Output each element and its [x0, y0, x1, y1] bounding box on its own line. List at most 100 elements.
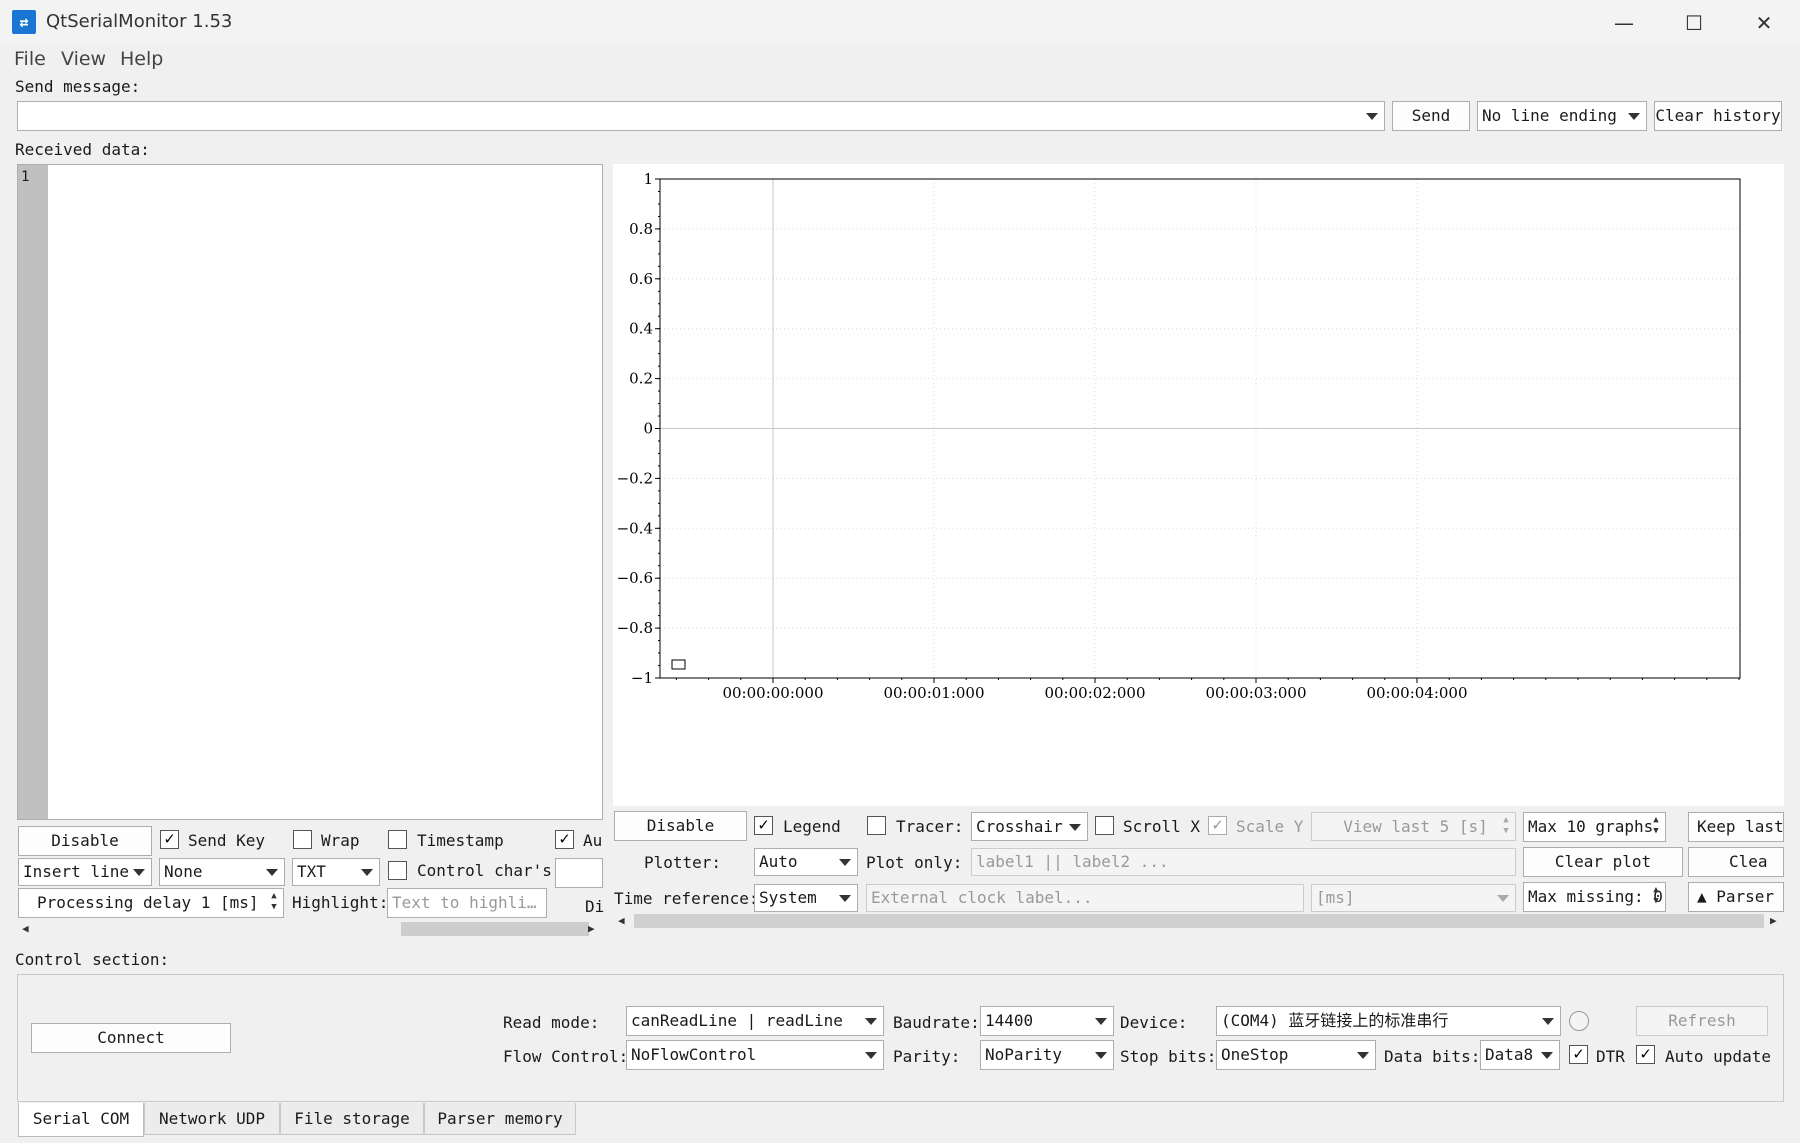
title-bar [0, 0, 1800, 46]
line-number-gutter: 1 [18, 165, 48, 819]
scroll-left-icon[interactable]: ◀ [618, 914, 625, 927]
dtr-checkbox[interactable]: ✓ [1569, 1045, 1588, 1064]
disable-text-button[interactable]: Disable [18, 826, 152, 856]
send-key-checkbox[interactable]: ✓ [160, 830, 179, 849]
scroll-x-label: Scroll X [1123, 817, 1201, 836]
menu-file[interactable]: File [14, 48, 46, 70]
dtr-label: DTR [1596, 1047, 1625, 1066]
y-tick-label: 0.8 [629, 220, 653, 238]
y-tick-label: 0.4 [629, 320, 653, 338]
y-tick-label: −0.8 [617, 619, 653, 637]
scroll-x-checkbox[interactable] [1095, 816, 1114, 835]
received-data-text-area[interactable]: 1 [17, 164, 603, 820]
tracer-mode-select[interactable]: Crosshair [971, 812, 1088, 841]
control-chars-input[interactable] [555, 858, 603, 888]
disable-plot-button[interactable]: Disable [614, 811, 747, 841]
menu-help[interactable]: Help [120, 48, 163, 70]
timestamp-label: Timestamp [417, 831, 504, 850]
line-ending-select[interactable]: No line ending [1477, 101, 1647, 131]
clear-plot-button[interactable]: Clear plot [1523, 847, 1683, 877]
chevron-down-icon [1095, 1052, 1107, 1059]
tracer-checkbox[interactable] [867, 816, 886, 835]
keep-last-button[interactable]: Keep last [1688, 812, 1784, 842]
view-last-spinbox[interactable]: View last 5 [s] ▲ ▼ [1311, 812, 1516, 841]
auto-checkbox[interactable]: ✓ [555, 830, 574, 849]
time-unit-select[interactable]: [ms] [1311, 884, 1516, 912]
wrap-label: Wrap [321, 831, 360, 850]
baudrate-select[interactable]: 14400 [980, 1006, 1114, 1036]
connect-button[interactable]: Connect [31, 1023, 231, 1053]
clear-button[interactable]: Clea [1688, 847, 1784, 877]
auto-label: Au [583, 831, 603, 850]
chevron-down-icon [1541, 1052, 1553, 1059]
minimize-button[interactable]: — [1592, 4, 1656, 42]
plot-area[interactable]: 1 0.8 0.6 0.4 0.2 0 −0.2 −0.4 −0.6 −0.8 −1 00:00:00… [613, 164, 1784, 806]
send-message-label: Send message: [15, 77, 141, 96]
clear-history-button[interactable]: Clear history [1654, 101, 1782, 131]
flow-control-label: Flow Control: [503, 1047, 629, 1066]
max-missing-spinbox[interactable]: Max missing: 0 ▲ ▼ [1523, 882, 1666, 912]
data-bits-select[interactable]: Data8 [1480, 1040, 1560, 1070]
spin-arrows-icon[interactable]: ▲ ▼ [1649, 885, 1663, 909]
tab-serial-com[interactable]: Serial COM [18, 1103, 144, 1137]
auto-update-checkbox[interactable]: ✓ [1636, 1045, 1655, 1064]
scroll-right-icon[interactable]: ▶ [588, 922, 595, 935]
parser-button[interactable]: ▲ Parser c [1688, 882, 1784, 912]
stop-bits-select[interactable]: OneStop [1216, 1040, 1376, 1070]
plot-only-input[interactable]: label1 || label2 ... [971, 848, 1516, 876]
external-clock-input[interactable]: External clock label... [866, 884, 1304, 912]
plotter-select[interactable]: Auto [754, 848, 858, 876]
wrap-checkbox[interactable] [293, 830, 312, 849]
spin-arrows-icon[interactable]: ▲ ▼ [267, 891, 281, 915]
encoding-select[interactable]: None [159, 858, 285, 886]
scrollbar-thumb[interactable] [401, 922, 589, 936]
chevron-down-icon [865, 1052, 877, 1059]
menu-view[interactable]: View [61, 48, 106, 70]
time-reference-select[interactable]: System [754, 884, 858, 912]
chevron-down-icon [361, 869, 373, 876]
chevron-down-icon [1497, 895, 1509, 902]
control-section-panel [17, 974, 1784, 1102]
x-tick-label: 00:00:04:000 [1366, 684, 1467, 702]
y-tick-label: 0 [643, 420, 653, 438]
chevron-down-icon [1542, 1018, 1554, 1025]
scale-y-checkbox[interactable]: ✓ [1208, 816, 1227, 835]
max-graphs-spinbox[interactable]: Max 10 graphs ▲ ▼ [1523, 812, 1666, 842]
close-button[interactable]: ✕ [1732, 4, 1796, 42]
chevron-down-icon [133, 869, 145, 876]
device-select[interactable]: (COM4) 蓝牙链接上的标准串行 [1216, 1006, 1561, 1036]
scroll-right-icon[interactable]: ▶ [1770, 914, 1777, 927]
insert-mode-select[interactable]: Insert line [18, 858, 152, 886]
tab-parser-memory[interactable]: Parser memory [424, 1103, 576, 1135]
processing-delay-spinbox[interactable]: Processing delay 1 [ms] ▲ ▼ [18, 888, 284, 918]
chevron-down-icon [1069, 823, 1081, 831]
tab-network-udp[interactable]: Network UDP [144, 1103, 280, 1135]
timestamp-checkbox[interactable] [388, 830, 407, 849]
tab-file-storage[interactable]: File storage [280, 1103, 424, 1135]
control-chars-checkbox[interactable] [388, 861, 407, 880]
legend-checkbox[interactable]: ✓ [754, 816, 773, 835]
y-tick-label: 0.6 [629, 270, 653, 288]
read-mode-select[interactable]: canReadLine | readLine [626, 1006, 884, 1036]
spin-arrows-icon[interactable]: ▲ ▼ [1649, 815, 1663, 839]
data-bits-label: Data bits: [1384, 1047, 1481, 1066]
read-mode-label: Read mode: [503, 1013, 600, 1032]
maximize-button[interactable]: ☐ [1662, 4, 1726, 42]
y-tick-label: 0.2 [629, 370, 653, 388]
stop-bits-label: Stop bits: [1120, 1047, 1217, 1066]
highlight-input[interactable]: Text to highli… [387, 888, 547, 918]
send-button[interactable]: Send [1392, 101, 1470, 131]
y-tick-label: −0.6 [617, 569, 653, 587]
spin-arrows-icon[interactable]: ▲ ▼ [1499, 815, 1513, 838]
parity-select[interactable]: NoParity [980, 1040, 1114, 1070]
format-select[interactable]: TXT [292, 858, 380, 886]
plot-controls-scrollbar[interactable]: ◀ ▶ [614, 912, 1784, 930]
send-message-input[interactable] [17, 101, 1385, 131]
flow-control-select[interactable]: NoFlowControl [626, 1040, 884, 1070]
y-tick-label: −1 [631, 669, 653, 687]
text-controls-scrollbar[interactable]: ◀ ▶ [18, 920, 602, 938]
scrollbar-thumb[interactable] [634, 914, 1764, 928]
refresh-button[interactable]: Refresh [1636, 1006, 1768, 1036]
scroll-left-icon[interactable]: ◀ [22, 922, 29, 935]
highlight-label: Highlight: [292, 893, 389, 912]
